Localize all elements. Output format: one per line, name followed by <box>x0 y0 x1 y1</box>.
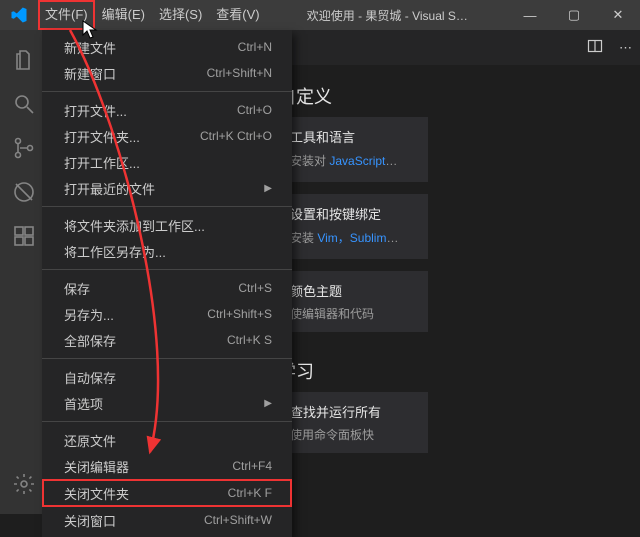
search-icon[interactable] <box>0 82 48 126</box>
menu-file[interactable]: 文件(F) <box>38 0 95 30</box>
file-menu-item-1[interactable]: 新建窗口Ctrl+Shift+N <box>42 60 292 86</box>
file-menu-item-8[interactable]: 将文件夹添加到工作区... <box>42 212 292 238</box>
maximize-button[interactable]: ▢ <box>552 0 596 30</box>
file-menu-item-3[interactable]: 打开文件...Ctrl+O <box>42 97 292 123</box>
activity-bar <box>0 30 48 514</box>
file-menu-item-9[interactable]: 将工作区另存为... <box>42 238 292 264</box>
file-menu-item-13[interactable]: 全部保存Ctrl+K S <box>42 327 292 353</box>
chevron-right-icon: ▶ <box>264 398 272 409</box>
file-menu-item-20[interactable]: 关闭文件夹Ctrl+K F <box>42 479 292 507</box>
file-menu-item-19[interactable]: 关闭编辑器Ctrl+F4 <box>42 453 292 479</box>
card-color-theme[interactable]: 颜色主题 使编辑器和代码 <box>278 271 428 332</box>
files-icon[interactable] <box>0 38 48 82</box>
close-window-button[interactable]: ✕ <box>596 0 640 30</box>
minimize-button[interactable]: — <box>508 0 552 30</box>
title-bar: 文件(F) 编辑(E) 选择(S) 查看(V) 欢迎使用 - 果贸城 - Vis… <box>0 0 640 30</box>
menu-edit[interactable]: 编辑(E) <box>95 0 152 30</box>
chevron-right-icon: ▶ <box>264 183 272 194</box>
card-find-run-commands[interactable]: 查找并运行所有 使用命令面板快 <box>278 392 428 453</box>
menu-view[interactable]: 查看(V) <box>209 0 266 30</box>
file-menu-item-4[interactable]: 打开文件夹...Ctrl+K Ctrl+O <box>42 123 292 149</box>
file-menu-item-0[interactable]: 新建文件Ctrl+N <box>42 34 292 60</box>
menu-select[interactable]: 选择(S) <box>152 0 209 30</box>
file-menu-item-11[interactable]: 保存Ctrl+S <box>42 275 292 301</box>
file-menu-item-18[interactable]: 还原文件 <box>42 427 292 453</box>
split-editor-icon[interactable] <box>587 38 603 57</box>
file-menu-item-15[interactable]: 自动保存 <box>42 364 292 390</box>
menu-bar: 文件(F) 编辑(E) 选择(S) 查看(V) <box>38 0 267 30</box>
card-settings-keybindings[interactable]: 设置和按键绑定 安装 Vim，Sublim… <box>278 194 428 259</box>
app-logo-icon <box>10 6 28 24</box>
file-menu-item-5[interactable]: 打开工作区... <box>42 149 292 175</box>
section-custom-title: 自定义 <box>278 83 428 109</box>
window-title: 欢迎使用 - 果贸城 - Visual S… <box>267 7 508 24</box>
file-menu-item-6[interactable]: 打开最近的文件▶ <box>42 175 292 201</box>
section-learn-title: 学习 <box>278 358 428 384</box>
debug-icon[interactable] <box>0 170 48 214</box>
extensions-icon[interactable] <box>0 214 48 258</box>
gear-icon[interactable] <box>0 462 48 506</box>
file-menu-item-16[interactable]: 首选项▶ <box>42 390 292 416</box>
file-menu-dropdown: 新建文件Ctrl+N新建窗口Ctrl+Shift+N打开文件...Ctrl+O打… <box>42 30 292 537</box>
file-menu-item-12[interactable]: 另存为...Ctrl+Shift+S <box>42 301 292 327</box>
more-icon[interactable]: ⋯ <box>619 40 632 56</box>
source-control-icon[interactable] <box>0 126 48 170</box>
card-tools-languages[interactable]: 工具和语言 安装对 JavaScript… <box>278 117 428 182</box>
file-menu-item-21[interactable]: 关闭窗口Ctrl+Shift+W <box>42 507 292 533</box>
